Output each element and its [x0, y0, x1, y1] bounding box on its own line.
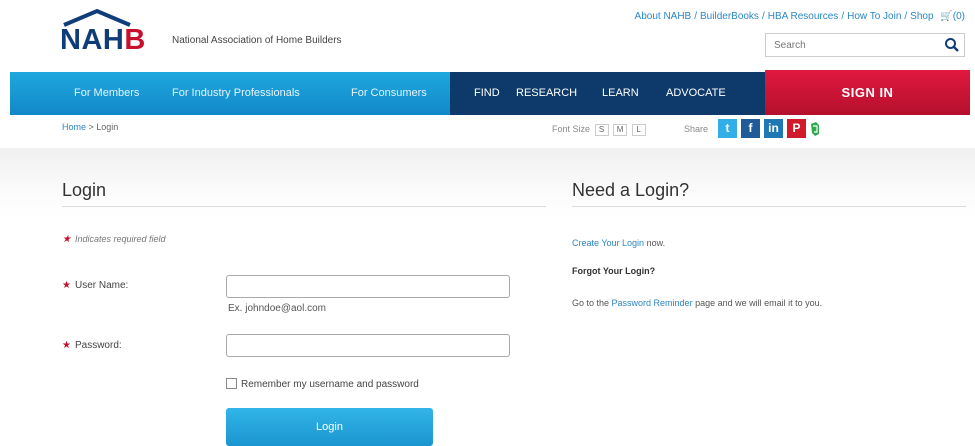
top-link-about[interactable]: About NAHB	[635, 11, 692, 22]
nav-for-industry-professionals[interactable]: For Industry Professionals	[172, 72, 300, 115]
forgot-login-text: Go to the Password Reminder page and we …	[572, 298, 823, 308]
create-login-link[interactable]: Create Your Login	[572, 238, 644, 248]
logo-wordmark: NAHB	[60, 24, 146, 56]
nav-for-consumers[interactable]: For Consumers	[351, 72, 427, 115]
remember-me[interactable]: Remember my username and password	[226, 378, 419, 390]
nav-advocate[interactable]: ADVOCATE	[666, 72, 726, 115]
font-size-large[interactable]: L	[631, 124, 646, 136]
search-box	[765, 33, 965, 57]
nahb-logo[interactable]: NAHB	[60, 8, 160, 56]
top-links: About NAHB / BuilderBooks / HBA Resources / Ho…	[634, 11, 965, 22]
create-login-text: Create Your Login now.	[572, 238, 666, 248]
top-link-builderbooks[interactable]: BuilderBooks	[700, 11, 759, 22]
top-link-shop[interactable]: Shop	[910, 11, 933, 22]
login-divider	[62, 206, 546, 207]
linkedin-icon[interactable]: in	[764, 119, 783, 138]
top-link-how-to-join[interactable]: How To Join	[847, 11, 901, 22]
search-icon[interactable]	[944, 37, 960, 53]
password-reminder-link[interactable]: Password Reminder	[612, 298, 693, 308]
login-button[interactable]: Login	[226, 408, 433, 446]
password-input[interactable]	[226, 334, 510, 357]
nav-learn[interactable]: LEARN	[602, 72, 639, 115]
twitter-icon[interactable]: t	[718, 119, 737, 138]
required-star-icon: ★	[62, 234, 71, 245]
required-star-icon: ★	[62, 280, 71, 291]
remember-label: Remember my username and password	[241, 379, 419, 390]
pinterest-icon[interactable]: P	[787, 119, 806, 138]
login-heading: Login	[62, 180, 107, 200]
username-label: ★ User Name:	[62, 280, 129, 291]
nav-research[interactable]: RESEARCH	[516, 72, 577, 115]
nav-find[interactable]: FIND	[474, 72, 500, 115]
font-size-control: Font Size S M L	[552, 124, 646, 136]
cart-icon: 🛒	[940, 11, 953, 22]
username-hint: Ex. johndoe@aol.com	[228, 303, 326, 314]
remember-checkbox[interactable]	[226, 378, 237, 389]
required-note: ★ Indicates required field	[62, 234, 166, 245]
top-link-hba-resources[interactable]: HBA Resources	[768, 11, 839, 22]
cart-link[interactable]: 🛒(0)	[940, 11, 965, 22]
required-star-icon: ★	[62, 340, 71, 351]
breadcrumb: Home > Login	[62, 122, 119, 132]
need-login-heading: Need a Login?	[572, 180, 690, 200]
password-label: ★ Password:	[62, 340, 122, 351]
site-header: NAHB National Association of Home Builde…	[0, 0, 975, 72]
font-size-medium[interactable]: M	[613, 124, 628, 136]
org-name: National Association of Home Builders	[172, 35, 342, 46]
breadcrumb-home[interactable]: Home	[62, 122, 86, 132]
font-size-label: Font Size	[552, 124, 591, 134]
nav-for-members[interactable]: For Members	[74, 72, 139, 115]
facebook-icon[interactable]: f	[741, 119, 760, 138]
share-label: Share	[684, 124, 709, 134]
sign-in-button[interactable]: SIGN IN	[765, 70, 970, 115]
username-input[interactable]	[226, 275, 510, 298]
forgot-login-heading: Forgot Your Login?	[572, 266, 656, 276]
need-login-divider	[572, 206, 966, 207]
evernote-icon[interactable]	[809, 121, 821, 137]
font-size-small[interactable]: S	[594, 124, 609, 136]
breadcrumb-current: Login	[96, 122, 119, 132]
cart-count: (0)	[952, 11, 965, 22]
search-input[interactable]	[766, 34, 936, 56]
